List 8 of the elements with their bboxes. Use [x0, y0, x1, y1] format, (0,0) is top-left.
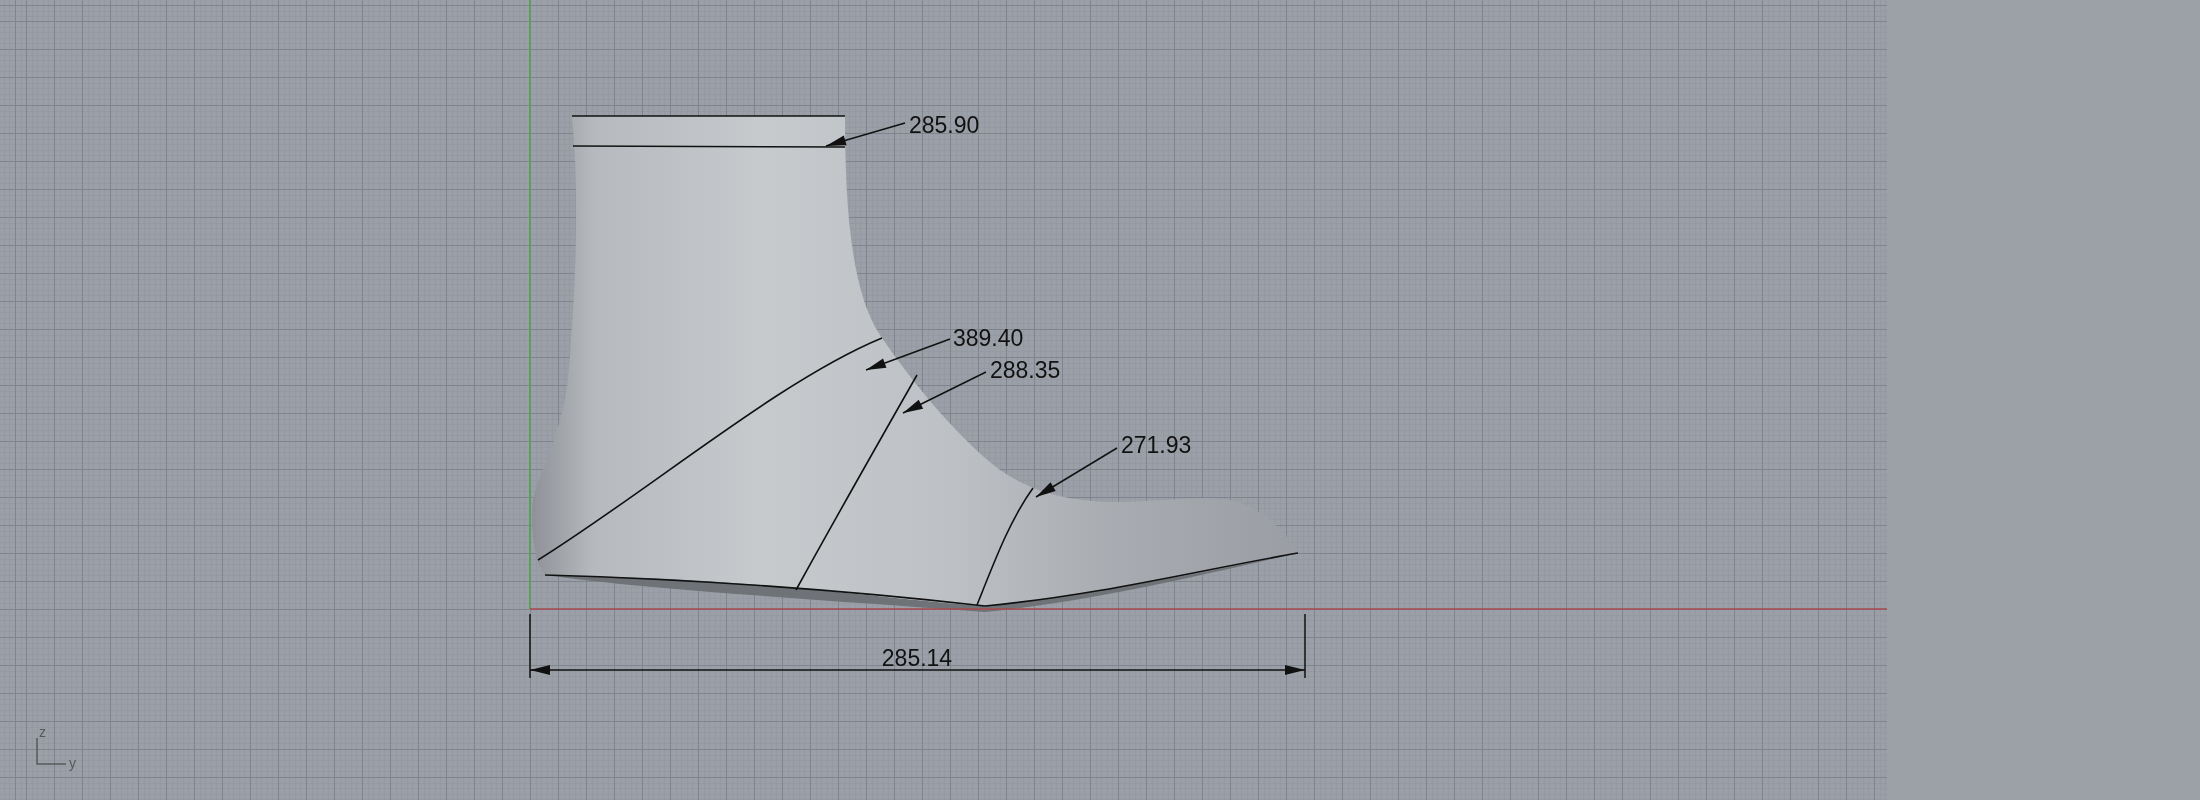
dimension-label: 271.93	[1121, 432, 1192, 458]
axis-label: z	[39, 724, 46, 740]
dimension-label: 285.90	[909, 112, 980, 138]
dimension-label: 389.40	[953, 325, 1024, 351]
axis-icon	[36, 737, 67, 765]
dimension-label: 288.35	[990, 357, 1061, 383]
axis-label: y	[69, 755, 76, 771]
dimension-label: 285.14	[881, 645, 953, 671]
